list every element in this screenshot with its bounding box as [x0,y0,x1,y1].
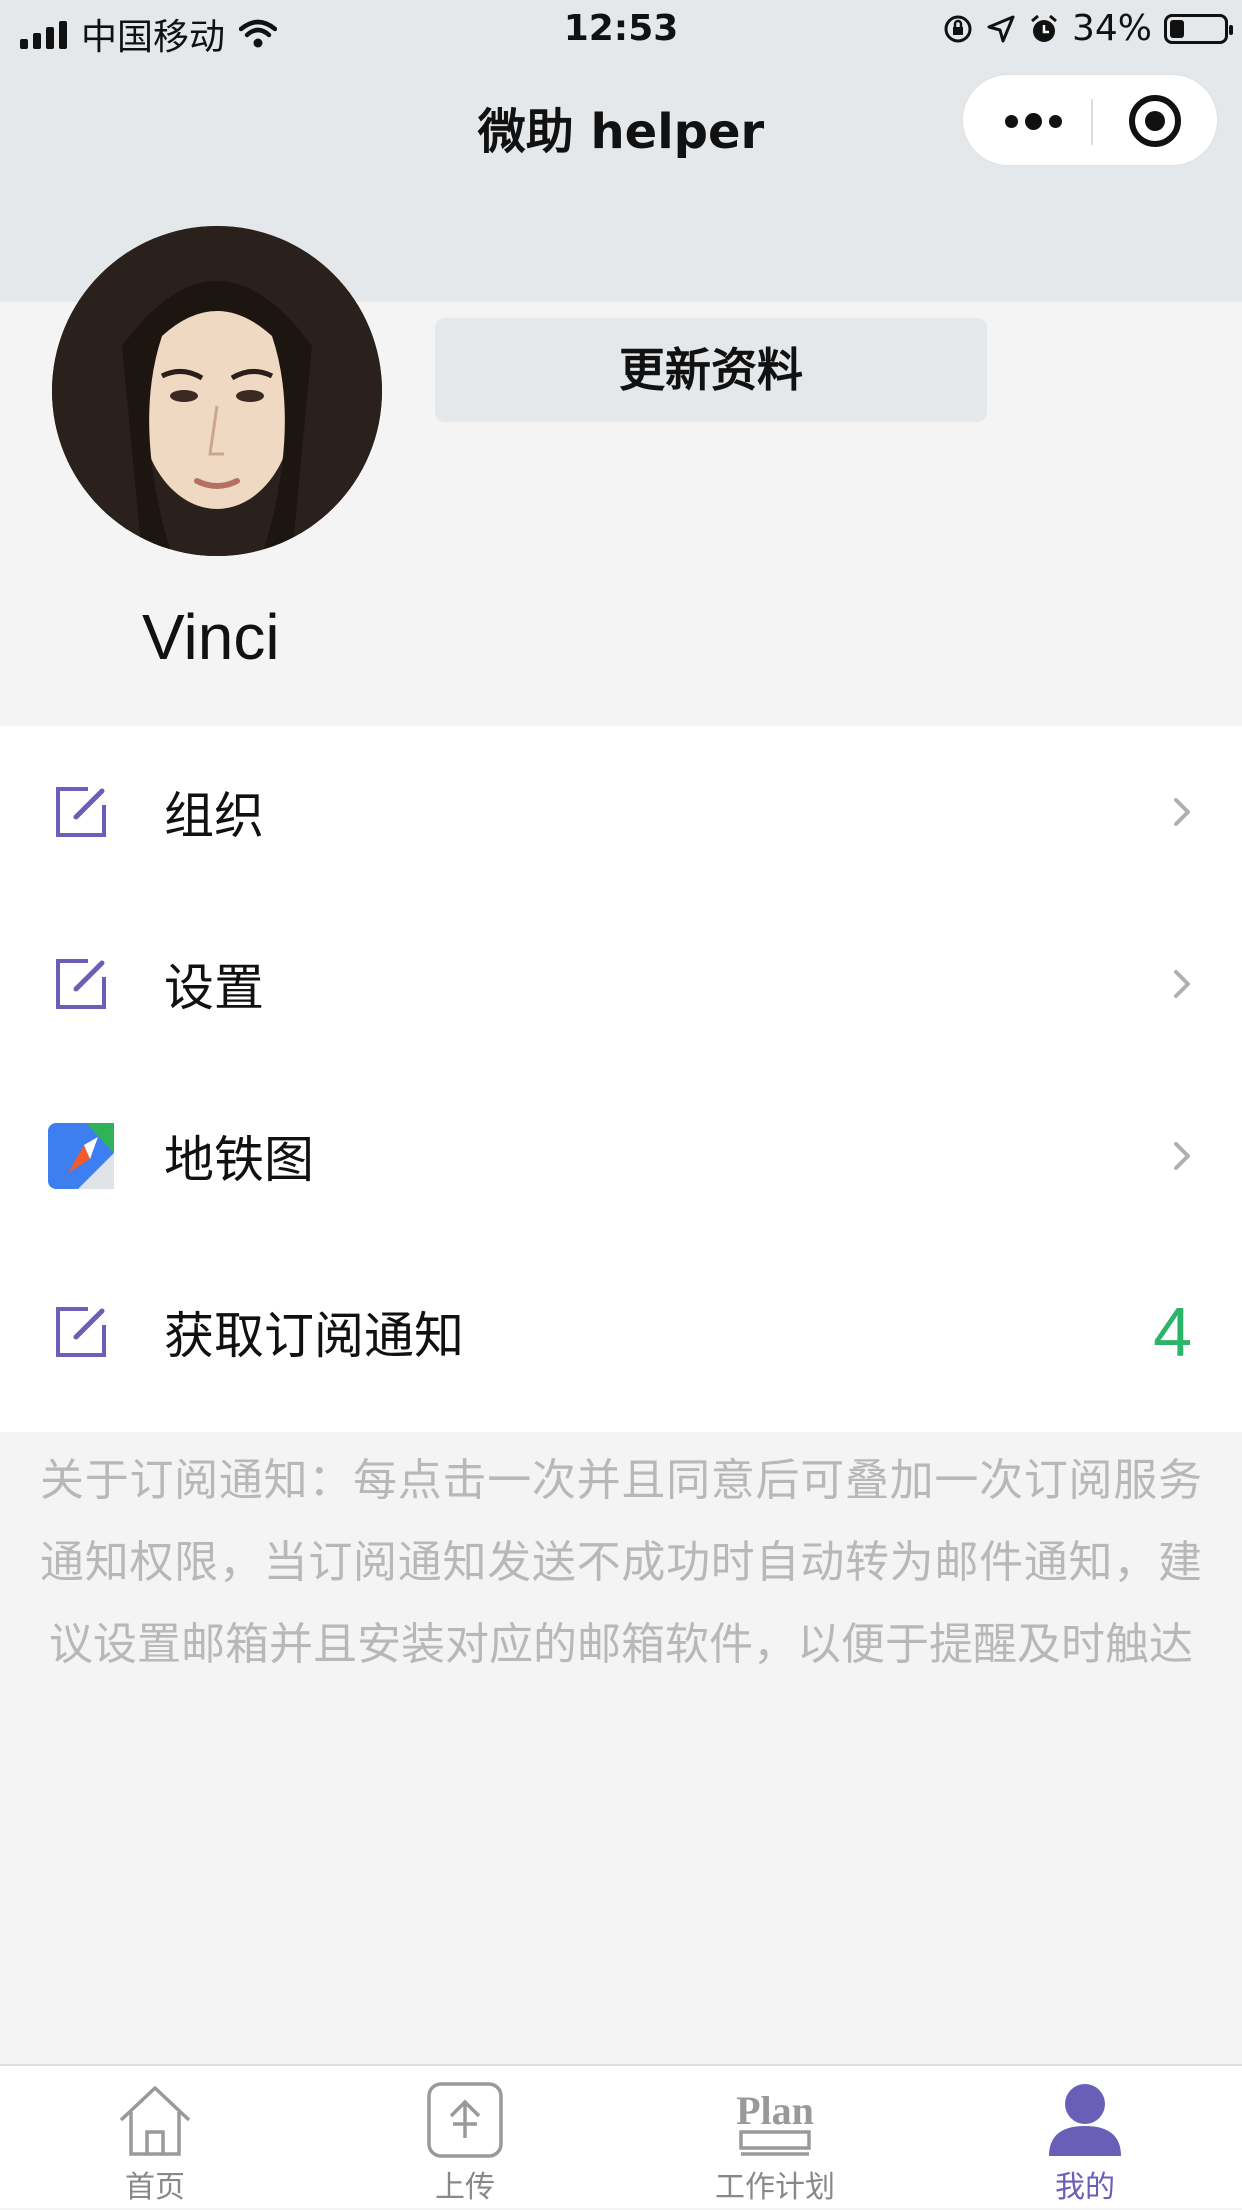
menu-item-metro-map[interactable]: 地铁图 [0,1070,1242,1242]
tab-bar: 首页 上传 Plan 工作计划 我的 [0,2064,1242,2208]
tab-home[interactable]: 首页 [0,2066,310,2210]
menu-item-subscribe-notify[interactable]: 获取订阅通知 4 [0,1246,1242,1418]
close-target-icon[interactable] [1129,95,1181,147]
edit-icon [56,787,106,837]
tab-upload[interactable]: 上传 [310,2066,620,2210]
menu-item-settings[interactable]: 设置 [0,898,1242,1070]
edit-icon [56,959,106,1009]
chevron-right-icon [1174,970,1190,998]
tab-label: 首页 [125,2170,185,2205]
alarm-icon [1031,14,1057,42]
battery-percent: 34% [1071,8,1152,49]
orientation-lock-icon [944,15,972,42]
tab-mine[interactable]: 我的 [930,2066,1240,2210]
battery-icon [1164,13,1233,44]
tab-label: 工作计划 [715,2170,835,2205]
avatar-image [52,226,382,556]
subscription-count: 4 [1153,1293,1192,1371]
menu-item-label: 组织 [164,787,264,845]
edit-icon [56,1307,106,1357]
tab-label: 我的 [1055,2170,1115,2205]
chevron-right-icon [1174,798,1190,826]
tab-work-plan[interactable]: Plan 工作计划 [620,2066,930,2210]
subscription-note: 关于订阅通知：每点击一次并且同意后可叠加一次订阅服务通知权限，当订阅通知发送不成… [40,1455,1202,1670]
capsule-divider [1091,99,1093,145]
location-icon [987,15,1015,42]
update-profile-button[interactable]: 更新资料 [435,318,987,422]
menu-item-label: 设置 [164,959,264,1017]
user-icon [1049,2084,1121,2156]
tab-label: 上传 [435,2170,495,2205]
plan-icon: Plan [736,2088,814,2156]
status-right: 34% [942,8,1233,49]
chevron-right-icon [1174,1142,1190,1170]
menu-item-label: 获取订阅通知 [164,1307,464,1365]
username: Vinci [142,601,280,673]
menu-list: 组织 设置 地铁图 获取订阅通知 4 [0,726,1242,1432]
metro-map-icon [48,1123,114,1189]
menu-item-organization[interactable]: 组织 [0,726,1242,898]
home-icon [119,2086,191,2156]
plan-icon-text: Plan [736,2088,814,2133]
menu-item-label: 地铁图 [164,1131,314,1189]
mini-program-capsule [962,74,1218,166]
upload-icon [427,2082,503,2158]
more-options-icon[interactable] [1003,75,1063,167]
avatar[interactable] [52,226,382,556]
status-bar: 中国移动 12:53 34% [0,0,1242,62]
